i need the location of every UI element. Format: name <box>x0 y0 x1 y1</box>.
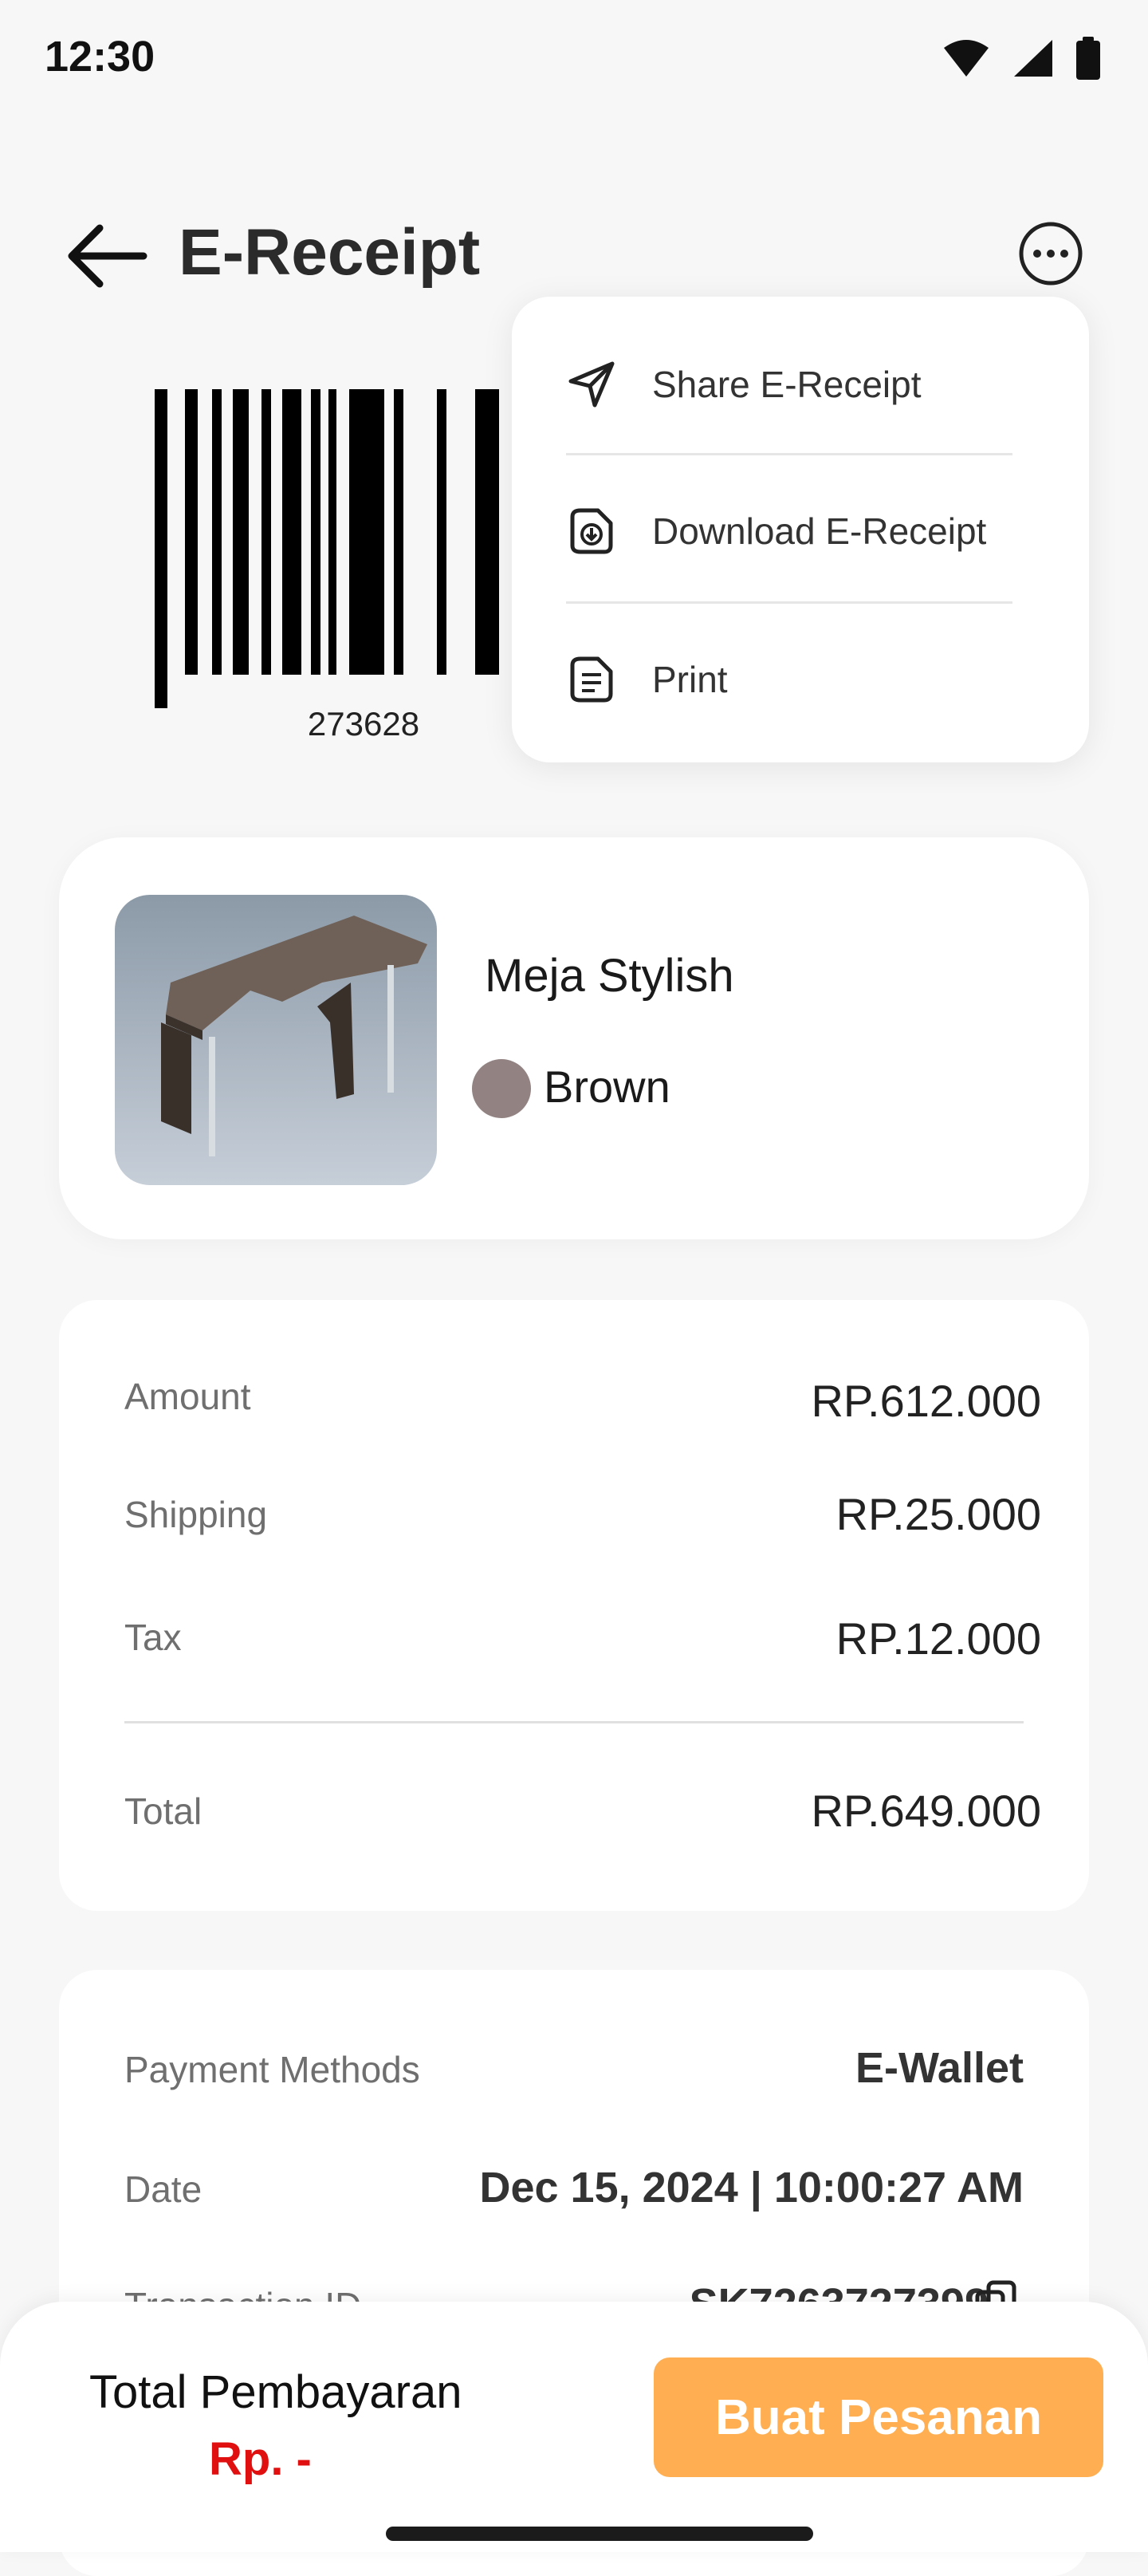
total-payment-label: Total Pembayaran <box>89 2366 462 2418</box>
date-label: Date <box>124 2168 202 2210</box>
menu-item-share[interactable]: Share E-Receipt <box>566 311 1035 458</box>
options-menu: Share E-Receipt Download E-Receipt Print <box>512 297 1089 762</box>
back-arrow-icon[interactable] <box>64 220 151 292</box>
wifi-icon <box>944 40 989 77</box>
tax-label: Tax <box>124 1617 182 1658</box>
battery-icon <box>1076 37 1100 80</box>
amount-label: Amount <box>124 1376 251 1417</box>
menu-item-label: Download E-Receipt <box>652 510 987 552</box>
menu-divider <box>566 601 1012 604</box>
payment-method-label: Payment Methods <box>124 2049 420 2090</box>
color-swatch <box>472 1059 531 1118</box>
home-indicator[interactable] <box>386 2527 813 2541</box>
menu-item-label: Share E-Receipt <box>652 364 922 405</box>
document-icon <box>570 656 613 703</box>
product-image <box>115 895 437 1185</box>
shipping-value: RP.25.000 <box>835 1489 1041 1539</box>
date-value: Dec 15, 2024 | 10:00:27 AM <box>479 2164 1024 2212</box>
signal-icon <box>1014 40 1052 77</box>
total-label: Total <box>124 1790 202 1832</box>
payment-method-value: E-Wallet <box>855 2044 1024 2092</box>
status-time: 12:30 <box>45 33 155 81</box>
page-title: E-Receipt <box>179 216 481 289</box>
total-value: RP.649.000 <box>811 1786 1041 1836</box>
more-horizontal-icon[interactable] <box>1017 220 1084 287</box>
menu-divider <box>566 453 1012 455</box>
amount-divider <box>124 1721 1024 1723</box>
total-payment-value: Rp. - <box>209 2433 312 2485</box>
product-name: Meja Stylish <box>485 950 734 1002</box>
amount-value: RP.612.000 <box>811 1376 1041 1426</box>
menu-item-download[interactable]: Download E-Receipt <box>566 458 1035 605</box>
barcode-image <box>155 389 499 708</box>
shipping-label: Shipping <box>124 1494 268 1535</box>
menu-item-print[interactable]: Print <box>566 606 1035 753</box>
download-file-icon <box>570 508 613 554</box>
menu-item-label: Print <box>652 659 728 700</box>
send-icon <box>568 361 615 408</box>
status-icons <box>942 37 1100 80</box>
product-color: Brown <box>544 1062 670 1112</box>
tax-value: RP.12.000 <box>835 1613 1041 1664</box>
place-order-button[interactable]: Buat Pesanan <box>654 2357 1103 2477</box>
